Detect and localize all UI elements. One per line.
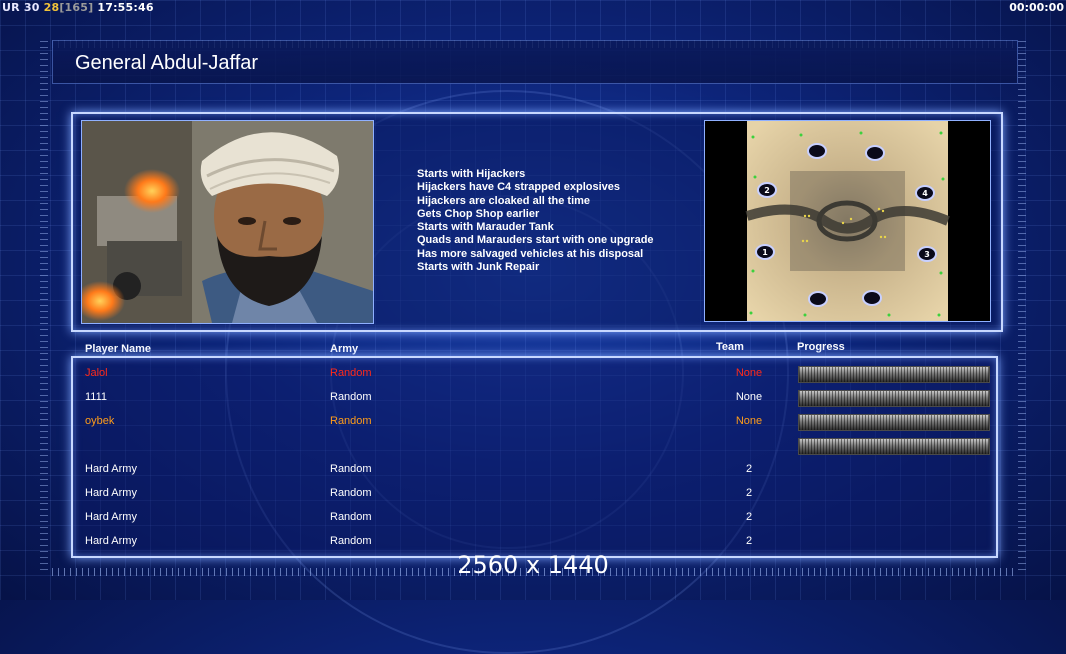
player-army: Random <box>330 463 372 475</box>
table-row: Hard Army Random 2 <box>73 506 996 530</box>
game-timer: 00:00:00 <box>1009 1 1064 14</box>
system-clock: 17:55:46 <box>97 1 154 14</box>
player-name: oybek <box>85 415 115 427</box>
map-resource-spot <box>865 145 885 161</box>
map-resource-spot <box>862 290 882 306</box>
player-name: Hard Army <box>85 487 137 499</box>
general-portrait <box>81 120 374 324</box>
table-row <box>73 434 996 458</box>
portrait-illustration <box>82 121 373 323</box>
title-bar: General Abdul-Jaffar <box>52 40 1018 84</box>
player-team: 2 <box>745 487 753 499</box>
player-team: None <box>735 415 763 427</box>
resolution-overlay: 2560 x 1440 <box>457 551 609 579</box>
description-line: Hijackers are cloaked all the time <box>417 194 591 207</box>
player-name: Hard Army <box>85 463 137 475</box>
general-title: General Abdul-Jaffar <box>75 52 259 74</box>
description-line: Has more salvaged vehicles at his dispos… <box>417 247 644 260</box>
player-team: 2 <box>745 511 753 523</box>
start-position-label: 1 <box>762 248 768 257</box>
table-row: Hard Army Random 2 <box>73 458 996 482</box>
start-position-3[interactable]: 3 <box>917 246 937 262</box>
hud-value-a: 30 <box>23 1 40 14</box>
player-team: 2 <box>745 463 753 475</box>
load-progress-bar <box>798 438 990 455</box>
player-army: Random <box>330 535 372 547</box>
table-row: Jalol Random None <box>73 362 996 386</box>
player-name: Hard Army <box>85 535 137 547</box>
player-team: 2 <box>745 535 753 547</box>
ruler-left <box>40 40 48 570</box>
start-position-label: 4 <box>922 189 928 198</box>
description-line: Starts with Hijackers <box>417 168 526 180</box>
load-progress-bar <box>798 414 990 431</box>
description-line: Quads and Marauders start with one upgra… <box>417 234 654 247</box>
ruler-right <box>1018 40 1026 570</box>
minimap[interactable]: 1 2 3 4 <box>705 121 990 321</box>
player-team: None <box>735 391 763 403</box>
general-info-panel: Starts with Hijackers Hijackers have C4 … <box>71 112 1003 332</box>
hud-value-b: 28 <box>43 1 60 14</box>
load-progress-bar <box>798 366 990 383</box>
general-description: Starts with Hijackers Hijackers have C4 … <box>417 168 654 274</box>
start-position-label: 3 <box>924 250 930 259</box>
table-row: oybek Random None <box>73 410 996 434</box>
description-line: Gets Chop Shop earlier <box>417 207 540 220</box>
player-name: 1111 <box>85 391 108 403</box>
start-position-2[interactable]: 2 <box>757 182 777 198</box>
description-line: Starts with Junk Repair <box>417 261 540 274</box>
player-army: Random <box>330 367 372 379</box>
player-name: Jalol <box>85 367 108 379</box>
hud-value-c: [165] <box>59 1 94 14</box>
fps-overlay: UR 30 28[165] 17:55:46 <box>2 1 154 14</box>
load-progress-bar <box>798 390 990 407</box>
player-army: Random <box>330 511 372 523</box>
header-player-name: Player Name <box>85 343 152 355</box>
table-row: 1111 Random None <box>73 386 996 410</box>
header-army: Army <box>330 343 359 355</box>
player-name: Hard Army <box>85 511 137 523</box>
description-line: Starts with Marauder Tank <box>417 221 554 234</box>
map-resource-spot <box>808 291 828 307</box>
player-army: Random <box>330 415 372 427</box>
ur-label: UR <box>2 1 20 14</box>
players-table: Jalol Random None 1111 Random None oybek… <box>71 356 998 558</box>
player-army: Random <box>330 391 372 403</box>
start-position-1[interactable]: 1 <box>755 244 775 260</box>
player-army: Random <box>330 487 372 499</box>
header-progress: Progress <box>797 341 845 353</box>
player-team: None <box>735 367 763 379</box>
map-preview[interactable]: 1 2 3 4 <box>704 120 991 322</box>
description-line: Hijackers have C4 strapped explosives <box>417 181 620 194</box>
start-position-label: 2 <box>764 186 770 195</box>
start-position-4[interactable]: 4 <box>915 185 935 201</box>
header-team: Team <box>716 341 744 353</box>
map-resource-spot <box>807 143 827 159</box>
table-row: Hard Army Random 2 <box>73 482 996 506</box>
